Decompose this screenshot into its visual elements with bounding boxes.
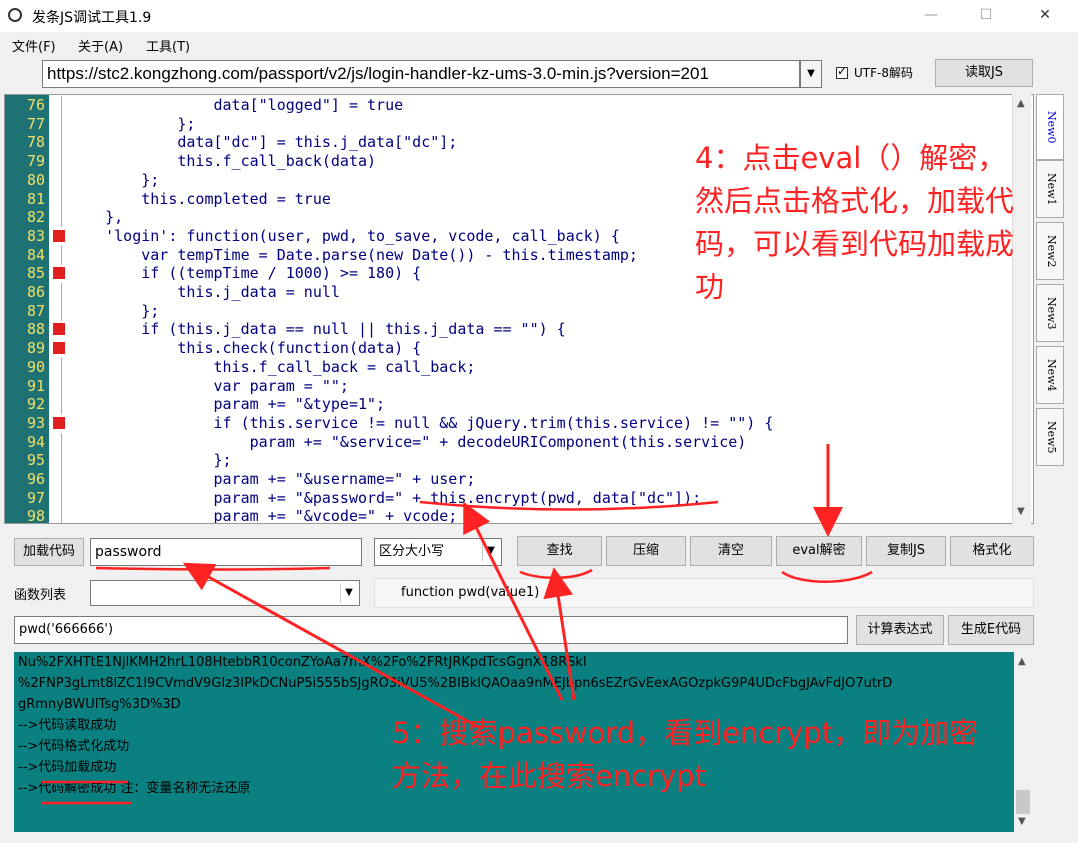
- underline-mark: [95, 566, 331, 571]
- underline-mark: [781, 570, 873, 583]
- arrow-to-encrypt: [463, 501, 564, 701]
- underline-mark: [419, 500, 719, 511]
- app-window: 发条JS调试工具1.9 — ☐ ✕ 文件(F) 关于(A) 工具(T) http…: [0, 0, 1078, 843]
- arrow-to-search: [182, 562, 481, 730]
- underline-mark: [519, 568, 593, 580]
- arrow-to-find: [543, 567, 576, 701]
- annotation-overlay: [42, 444, 873, 805]
